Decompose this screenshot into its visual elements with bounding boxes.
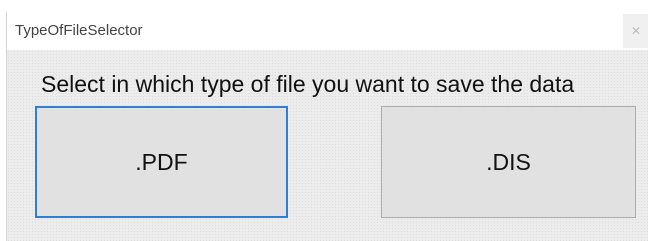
close-icon: ✕: [630, 24, 642, 38]
prompt-label: Select in which type of file you want to…: [41, 71, 575, 97]
dialog-body: Select in which type of file you want to…: [7, 50, 648, 241]
title-bar[interactable]: TypeOfFileSelector ✕: [7, 12, 648, 50]
pdf-button[interactable]: .PDF: [35, 106, 288, 218]
window-title: TypeOfFileSelector: [15, 22, 143, 39]
dis-button[interactable]: .DIS: [381, 106, 636, 218]
close-button[interactable]: ✕: [623, 14, 648, 48]
dialog-window: TypeOfFileSelector ✕ Select in which typ…: [6, 12, 648, 241]
